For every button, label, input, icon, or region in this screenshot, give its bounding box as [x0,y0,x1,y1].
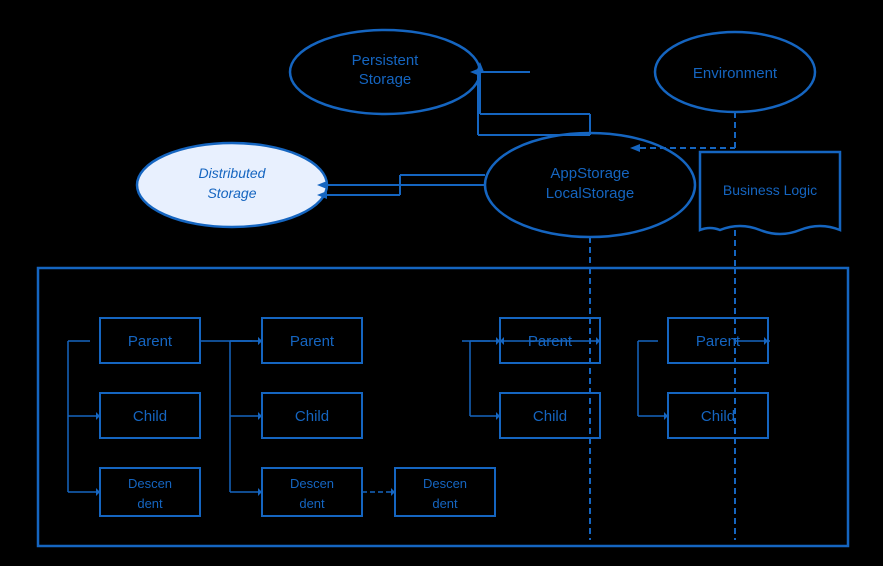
svg-text:Parent: Parent [696,333,741,350]
svg-text:dent: dent [137,496,163,511]
svg-text:Storage: Storage [207,185,256,201]
diagram-container: Persistent Storage Environment AppStorag… [0,0,883,566]
svg-text:Persistent: Persistent [352,52,420,69]
svg-text:Environment: Environment [693,65,778,82]
svg-text:Child: Child [533,408,567,425]
svg-text:LocalStorage: LocalStorage [546,185,634,202]
svg-text:Storage: Storage [359,71,412,88]
svg-text:AppStorage: AppStorage [550,165,629,182]
svg-text:Distributed: Distributed [199,165,267,181]
svg-text:Descen: Descen [423,476,467,491]
svg-text:Child: Child [133,408,167,425]
svg-text:Descen: Descen [290,476,334,491]
svg-text:Parent: Parent [290,333,335,350]
svg-text:Child: Child [701,408,735,425]
svg-text:Descen: Descen [128,476,172,491]
svg-text:dent: dent [432,496,458,511]
svg-text:Business Logic: Business Logic [723,182,817,198]
svg-text:Child: Child [295,408,329,425]
svg-text:dent: dent [299,496,325,511]
svg-text:Parent: Parent [128,333,173,350]
